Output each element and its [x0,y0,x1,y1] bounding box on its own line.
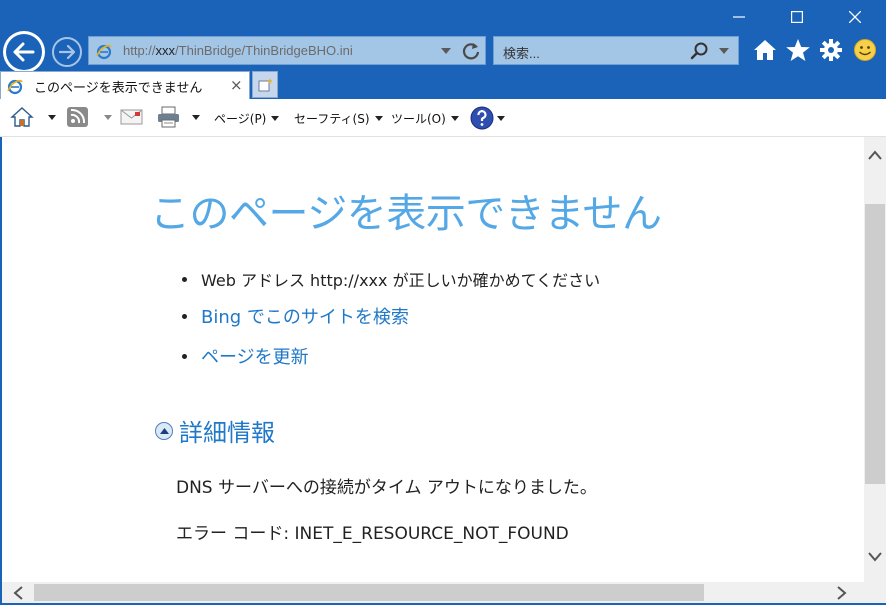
feedback-smiley-icon[interactable] [852,38,878,62]
tools-menu-dropdown-icon [450,116,459,121]
tools-menu-label: ツール(O) [391,112,446,126]
error-code-text: エラー コード: INET_E_RESOURCE_NOT_FOUND [176,524,569,544]
details-toggle[interactable]: 詳細情報 [155,413,275,448]
tools-menu-button[interactable]: ツール(O) [391,110,459,127]
search-box[interactable]: 検索... [493,36,739,65]
home-icon[interactable] [752,38,778,62]
ie-page-icon [7,79,23,95]
refresh-page-link[interactable]: ページを更新 [201,343,309,369]
close-icon [849,11,861,23]
forward-arrow-icon [59,45,75,59]
vertical-scroll-thumb[interactable] [865,204,885,484]
forward-button[interactable] [52,37,82,67]
bullet-icon [182,353,187,359]
page-menu-dropdown-icon [271,116,280,121]
home-dropdown-icon[interactable] [48,114,56,120]
horizontal-scroll-thumb[interactable] [34,584,704,601]
list-item: Bing でこのサイトを検索 [182,303,409,329]
scroll-up-icon[interactable] [867,149,883,161]
print-command-button[interactable] [156,106,200,128]
collapse-arrow-icon [155,421,173,440]
dns-timeout-message: DNS サーバーへの接続がタイム アウトになりました。 [176,478,597,498]
vertical-scrollbar[interactable] [864,137,886,582]
check-address-text: Web アドレス http://xxx が正しいか確かめてください [201,271,601,290]
command-bar: ページ(P) セーフティ(S) ツール(O) [0,99,886,137]
tab-title: このページを表示できません [34,81,203,96]
horizontal-scrollbar[interactable] [2,582,864,603]
list-item: Web アドレス http://xxx が正しいか確かめてください [182,267,600,291]
maximize-icon [791,11,803,23]
settings-gear-icon[interactable] [818,38,844,62]
page-menu-label: ページ(P) [214,112,267,126]
search-dropdown-icon[interactable] [719,48,729,54]
help-dropdown-icon [497,115,505,121]
home-command-button[interactable] [10,106,56,128]
page-content: このページを表示できません Web アドレス http://xxx が正しいか確… [2,137,864,582]
back-arrow-icon [13,42,35,62]
scroll-right-icon[interactable] [836,585,848,601]
back-button[interactable] [3,31,45,73]
scroll-down-icon[interactable] [867,551,883,563]
bullet-icon [182,276,187,282]
mail-icon [120,109,143,125]
page-menu-button[interactable]: ページ(P) [214,110,280,127]
error-title: このページを表示できません [150,191,662,237]
address-bar[interactable]: http://xxx/ThinBridge/ThinBridgeBHO.ini [88,36,486,65]
bullet-icon [182,313,187,319]
tab-close-button[interactable]: × [230,76,243,94]
home-icon [10,107,34,127]
favorites-star-icon[interactable] [785,38,811,62]
scroll-left-icon[interactable] [12,585,24,601]
safety-menu-dropdown-icon [374,116,383,121]
address-text[interactable]: http://xxx/ThinBridge/ThinBridgeBHO.ini [123,43,353,58]
safety-menu-label: セーフティ(S) [294,112,370,126]
safety-menu-button[interactable]: セーフティ(S) [294,110,383,127]
close-window-button[interactable] [832,0,878,34]
feeds-dropdown-icon[interactable] [104,114,112,120]
refresh-icon[interactable] [461,41,481,61]
scrollbar-corner [864,582,886,603]
details-label: 詳細情報 [179,419,275,447]
bing-search-link[interactable]: Bing でこのサイトを検索 [201,303,409,329]
new-tab-button[interactable] [252,71,278,98]
maximize-button[interactable] [774,0,820,34]
print-icon [158,106,179,128]
search-icon[interactable] [690,41,710,61]
tab-current[interactable]: このページを表示できません × [0,71,250,99]
new-tab-icon [258,77,272,91]
browser-window: http://xxx/ThinBridge/ThinBridgeBHO.ini … [0,0,886,605]
search-input[interactable]: 検索... [503,43,540,62]
minimize-icon [733,16,745,18]
minimize-button[interactable] [716,0,762,34]
ie-page-icon [96,44,112,60]
feeds-command-button[interactable] [66,106,112,128]
mail-command-button[interactable] [120,108,144,126]
list-item: ページを更新 [182,343,309,369]
rss-feed-icon [67,107,88,127]
help-menu-button[interactable] [470,106,505,130]
address-dropdown-icon[interactable] [441,48,451,54]
print-dropdown-icon[interactable] [192,114,200,120]
help-icon [470,106,494,130]
